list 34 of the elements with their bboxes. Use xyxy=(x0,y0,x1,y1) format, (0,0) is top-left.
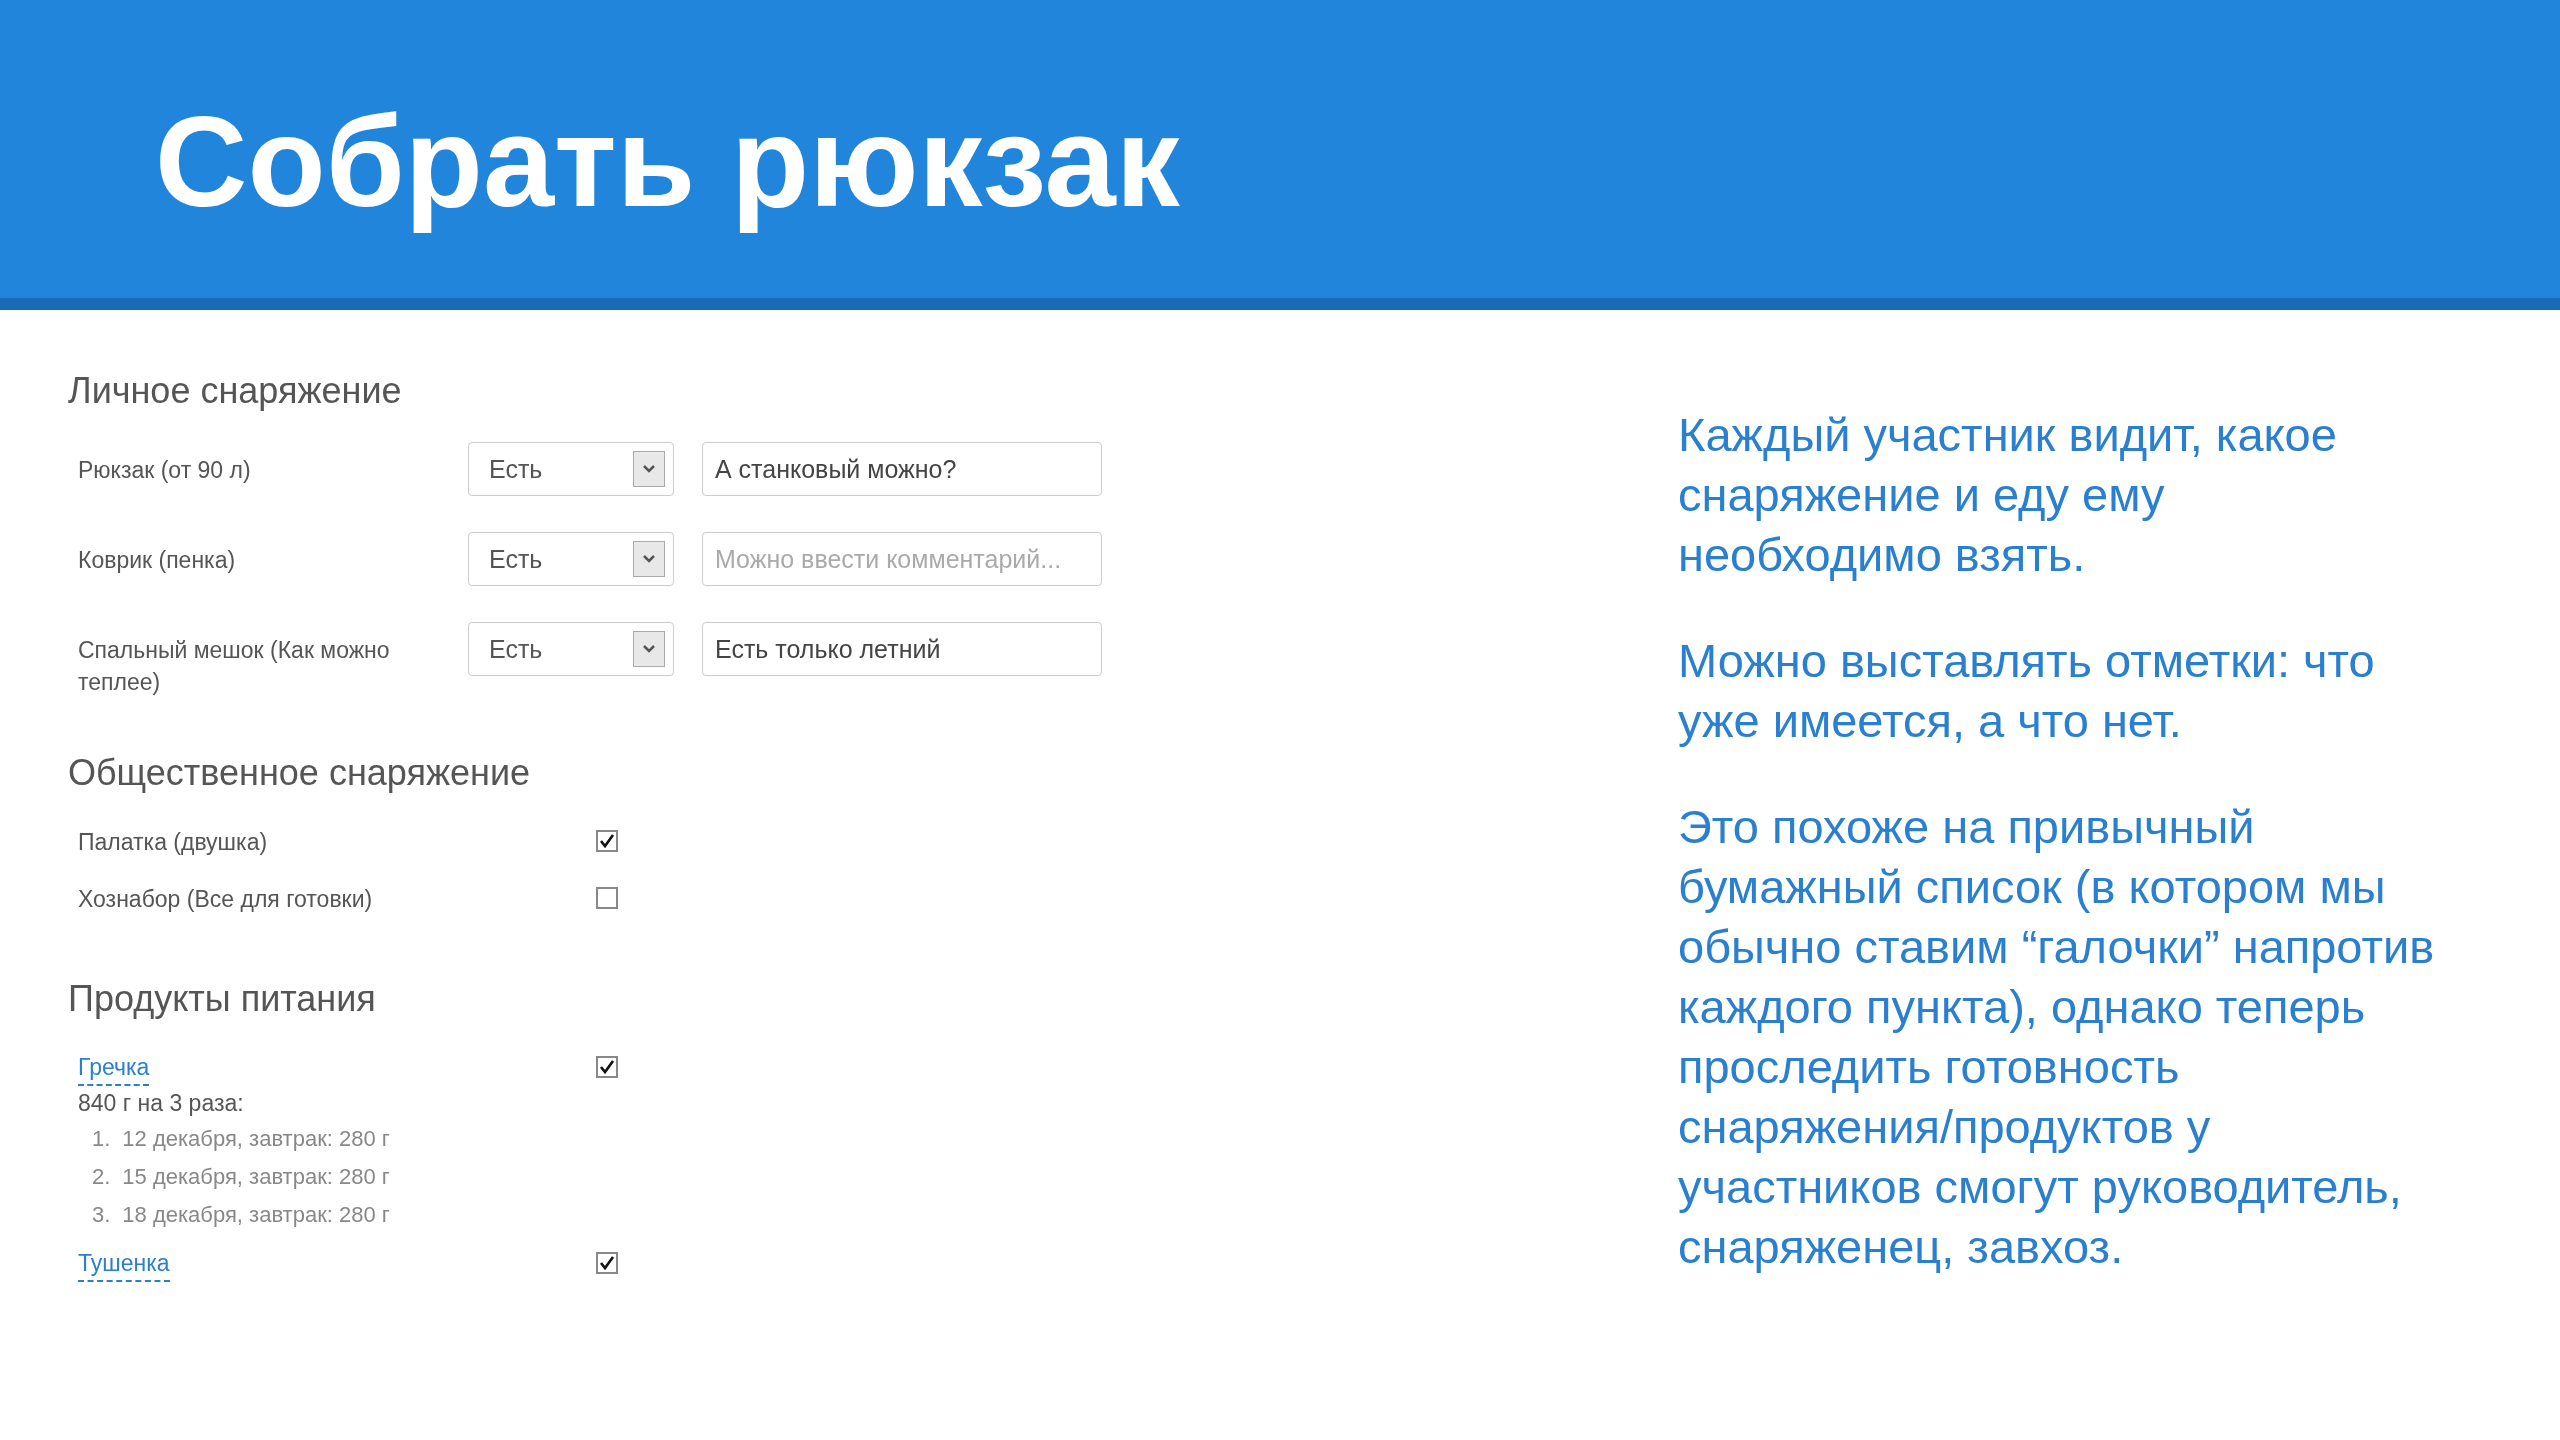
checkbox[interactable] xyxy=(596,1252,618,1274)
checkbox[interactable] xyxy=(596,887,618,909)
portion-text: 18 декабря, завтрак: 280 г xyxy=(122,1201,390,1229)
status-select[interactable]: Есть xyxy=(468,442,674,496)
section-heading: Общественное снаряжение xyxy=(68,752,532,795)
item-label: Рюкзак (от 90 л) xyxy=(77,456,252,485)
item-label: Спальный мешок (Как можно теплее) xyxy=(77,636,391,697)
item-label: Хознабор (Все для готовки) xyxy=(77,885,374,914)
list-number: 3. xyxy=(92,1201,111,1229)
food-link[interactable]: Тушенка xyxy=(78,1246,170,1282)
portion-text: 15 декабря, завтрак: 280 г xyxy=(122,1163,390,1191)
section-heading: Личное снаряжение xyxy=(68,370,403,413)
caret-icon xyxy=(633,451,665,487)
item-label: Палатка (двушка) xyxy=(77,828,269,857)
checkbox[interactable] xyxy=(596,1056,618,1078)
comment-field[interactable]: А станковый можно? xyxy=(702,442,1102,496)
comment-field[interactable]: Можно ввести комментарий... xyxy=(702,532,1102,586)
note-paragraph: Это похоже на привычный бумажный список (в котором мы обычно ставим “галочки” напротив каждого пункта), однако теперь проследить готовность снаряжения/продуктов у участников смогут руководитель, снаряженец, завхоз. xyxy=(1678,799,2436,1275)
food-summary: 840 г на 3 раза: xyxy=(78,1089,245,1118)
status-select[interactable]: Есть xyxy=(468,622,674,676)
note-paragraph: Каждый участник видит, какое снаряжение и еду ему необходимо взять. xyxy=(1678,407,2338,583)
list-number: 1. xyxy=(92,1125,111,1153)
comment-field[interactable]: Есть только летний xyxy=(702,622,1102,676)
section-heading: Продукты питания xyxy=(68,978,377,1021)
caret-icon xyxy=(633,541,665,577)
note-paragraph: Можно выставлять отметки: что уже имеется, а что нет. xyxy=(1678,633,2376,749)
checkbox[interactable] xyxy=(596,830,618,852)
slide-title: Собрать рюкзак xyxy=(155,88,1180,235)
caret-icon xyxy=(633,631,665,667)
portion-text: 12 декабря, завтрак: 280 г xyxy=(122,1125,390,1153)
food-link[interactable]: Гречка xyxy=(78,1050,150,1086)
status-select[interactable]: Есть xyxy=(468,532,674,586)
list-number: 2. xyxy=(92,1163,111,1191)
item-label: Коврик (пенка) xyxy=(77,546,237,575)
